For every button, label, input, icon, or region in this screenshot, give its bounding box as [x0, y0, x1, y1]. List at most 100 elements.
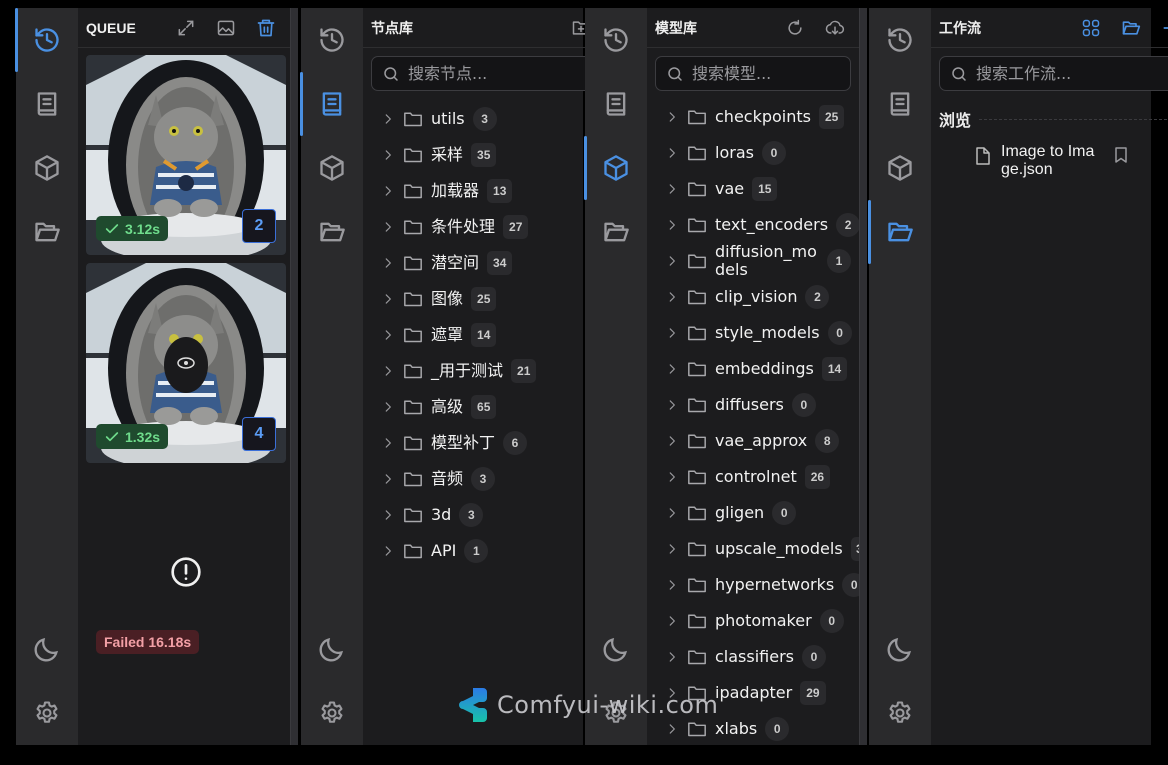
tree-folder-item[interactable]: clip_vision 2 — [647, 279, 859, 315]
tree-folder-item[interactable]: upscale_models 37 — [647, 531, 859, 567]
chevron-right-icon[interactable] — [665, 578, 679, 592]
chevron-right-icon[interactable] — [381, 256, 395, 270]
sidebar-item-history[interactable] — [585, 8, 647, 72]
chevron-right-icon[interactable] — [381, 148, 395, 162]
item-count-badge: 14 — [821, 357, 848, 381]
sidebar-item-history[interactable] — [301, 8, 363, 72]
tree-folder-item[interactable]: controlnet 26 — [647, 459, 859, 495]
model-search-input[interactable] — [692, 64, 859, 83]
workflow-search-box[interactable] — [939, 56, 1168, 91]
chevron-right-icon[interactable] — [665, 146, 679, 160]
chevron-right-icon[interactable] — [381, 508, 395, 522]
chevron-right-icon[interactable] — [381, 220, 395, 234]
scrollbar[interactable] — [859, 8, 867, 745]
theme-toggle-button[interactable] — [301, 617, 363, 681]
queue-item[interactable]: 3.12s 2 — [86, 55, 286, 255]
sidebar-item-model-library[interactable] — [16, 136, 78, 200]
chevron-right-icon[interactable] — [665, 722, 679, 736]
settings-button[interactable] — [869, 681, 931, 745]
tree-folder-item[interactable]: diffusion_models 1 — [647, 243, 859, 279]
chevron-right-icon[interactable] — [381, 112, 395, 126]
image-icon[interactable] — [216, 18, 236, 38]
bookmark-icon[interactable] — [1113, 147, 1129, 163]
refresh-icon[interactable] — [785, 18, 805, 38]
tree-folder-item[interactable]: gligen 0 — [647, 495, 859, 531]
chevron-right-icon[interactable] — [665, 182, 679, 196]
sidebar-item-node-library[interactable] — [300, 72, 363, 136]
tree-folder-item[interactable]: style_models 0 — [647, 315, 859, 351]
tree-folder-item[interactable]: classifiers 0 — [647, 639, 859, 675]
tree-folder-item[interactable]: checkpoints 25 — [647, 99, 859, 135]
trash-icon[interactable] — [256, 18, 276, 38]
section-title: 浏览 — [939, 111, 972, 130]
chevron-right-icon[interactable] — [665, 218, 679, 232]
chevron-right-icon[interactable] — [381, 436, 395, 450]
settings-button[interactable] — [301, 681, 363, 745]
chevron-right-icon[interactable] — [381, 544, 395, 558]
gear-icon — [886, 699, 914, 727]
chevron-right-icon[interactable] — [665, 254, 679, 268]
queue-item-image[interactable]: 1.32s 4 — [86, 263, 286, 463]
queue-index: 2 — [242, 209, 276, 243]
queue-item-image[interactable]: 3.12s 2 — [86, 55, 286, 255]
sidebar-item-node-library[interactable] — [585, 72, 647, 136]
sidebar-item-node-library[interactable] — [16, 72, 78, 136]
chevron-right-icon[interactable] — [665, 110, 679, 124]
tree-folder-item[interactable]: loras 0 — [647, 135, 859, 171]
chevron-right-icon[interactable] — [381, 472, 395, 486]
tree-folder-item[interactable]: embeddings 14 — [647, 351, 859, 387]
sidebar-item-model-library[interactable] — [584, 136, 647, 200]
sidebar-item-workflows[interactable] — [301, 200, 363, 264]
model-search-box[interactable] — [655, 56, 859, 91]
sidebar-item-workflows[interactable] — [868, 200, 931, 264]
sidebar-item-history[interactable] — [15, 8, 78, 72]
chevron-right-icon[interactable] — [381, 328, 395, 342]
chevron-right-icon[interactable] — [665, 650, 679, 664]
chevron-right-icon[interactable] — [665, 506, 679, 520]
sidebar-item-workflows[interactable] — [16, 200, 78, 264]
tree-folder-item[interactable]: vae_approx 8 — [647, 423, 859, 459]
chevron-right-icon[interactable] — [381, 400, 395, 414]
tree-folder-item[interactable]: photomaker 0 — [647, 603, 859, 639]
chevron-right-icon[interactable] — [665, 542, 679, 556]
sidebar-item-node-library[interactable] — [869, 72, 931, 136]
theme-toggle-button[interactable] — [16, 617, 78, 681]
sidebar-item-model-library[interactable] — [869, 136, 931, 200]
chevron-right-icon[interactable] — [381, 184, 395, 198]
chevron-right-icon[interactable] — [381, 292, 395, 306]
chevron-right-icon[interactable] — [665, 290, 679, 304]
scrollbar[interactable] — [290, 8, 298, 745]
workflows-icon — [33, 218, 61, 246]
open-folder-icon[interactable] — [1121, 18, 1141, 38]
chevron-right-icon[interactable] — [381, 364, 395, 378]
grid-icon[interactable] — [1081, 18, 1101, 38]
node-search-input[interactable] — [408, 64, 608, 83]
settings-button[interactable] — [585, 681, 647, 745]
folder-icon — [687, 252, 707, 270]
tree-folder-item[interactable]: xlabs 0 — [647, 711, 859, 745]
workflow-item[interactable]: Image to Image.json — [931, 143, 1168, 179]
chevron-right-icon[interactable] — [665, 434, 679, 448]
workflow-search-input[interactable] — [976, 64, 1168, 83]
queue-item[interactable]: 1.32s 4 — [86, 263, 286, 463]
tree-folder-item[interactable]: diffusers 0 — [647, 387, 859, 423]
theme-toggle-button[interactable] — [585, 617, 647, 681]
theme-toggle-button[interactable] — [869, 617, 931, 681]
expand-icon[interactable] — [176, 18, 196, 38]
cloud-download-icon[interactable] — [825, 18, 845, 38]
sidebar-item-model-library[interactable] — [301, 136, 363, 200]
sidebar-item-workflows[interactable] — [585, 200, 647, 264]
settings-button[interactable] — [16, 681, 78, 745]
chevron-right-icon[interactable] — [665, 326, 679, 340]
chevron-right-icon[interactable] — [665, 362, 679, 376]
tree-folder-item[interactable]: text_encoders 2 — [647, 207, 859, 243]
chevron-right-icon[interactable] — [665, 686, 679, 700]
chevron-right-icon[interactable] — [665, 398, 679, 412]
sidebar-item-history[interactable] — [869, 8, 931, 72]
plus-icon[interactable] — [1161, 18, 1168, 38]
tree-folder-item[interactable]: vae 15 — [647, 171, 859, 207]
chevron-right-icon[interactable] — [665, 470, 679, 484]
chevron-right-icon[interactable] — [665, 614, 679, 628]
tree-folder-item[interactable]: ipadapter 29 — [647, 675, 859, 711]
tree-folder-item[interactable]: hypernetworks 0 — [647, 567, 859, 603]
